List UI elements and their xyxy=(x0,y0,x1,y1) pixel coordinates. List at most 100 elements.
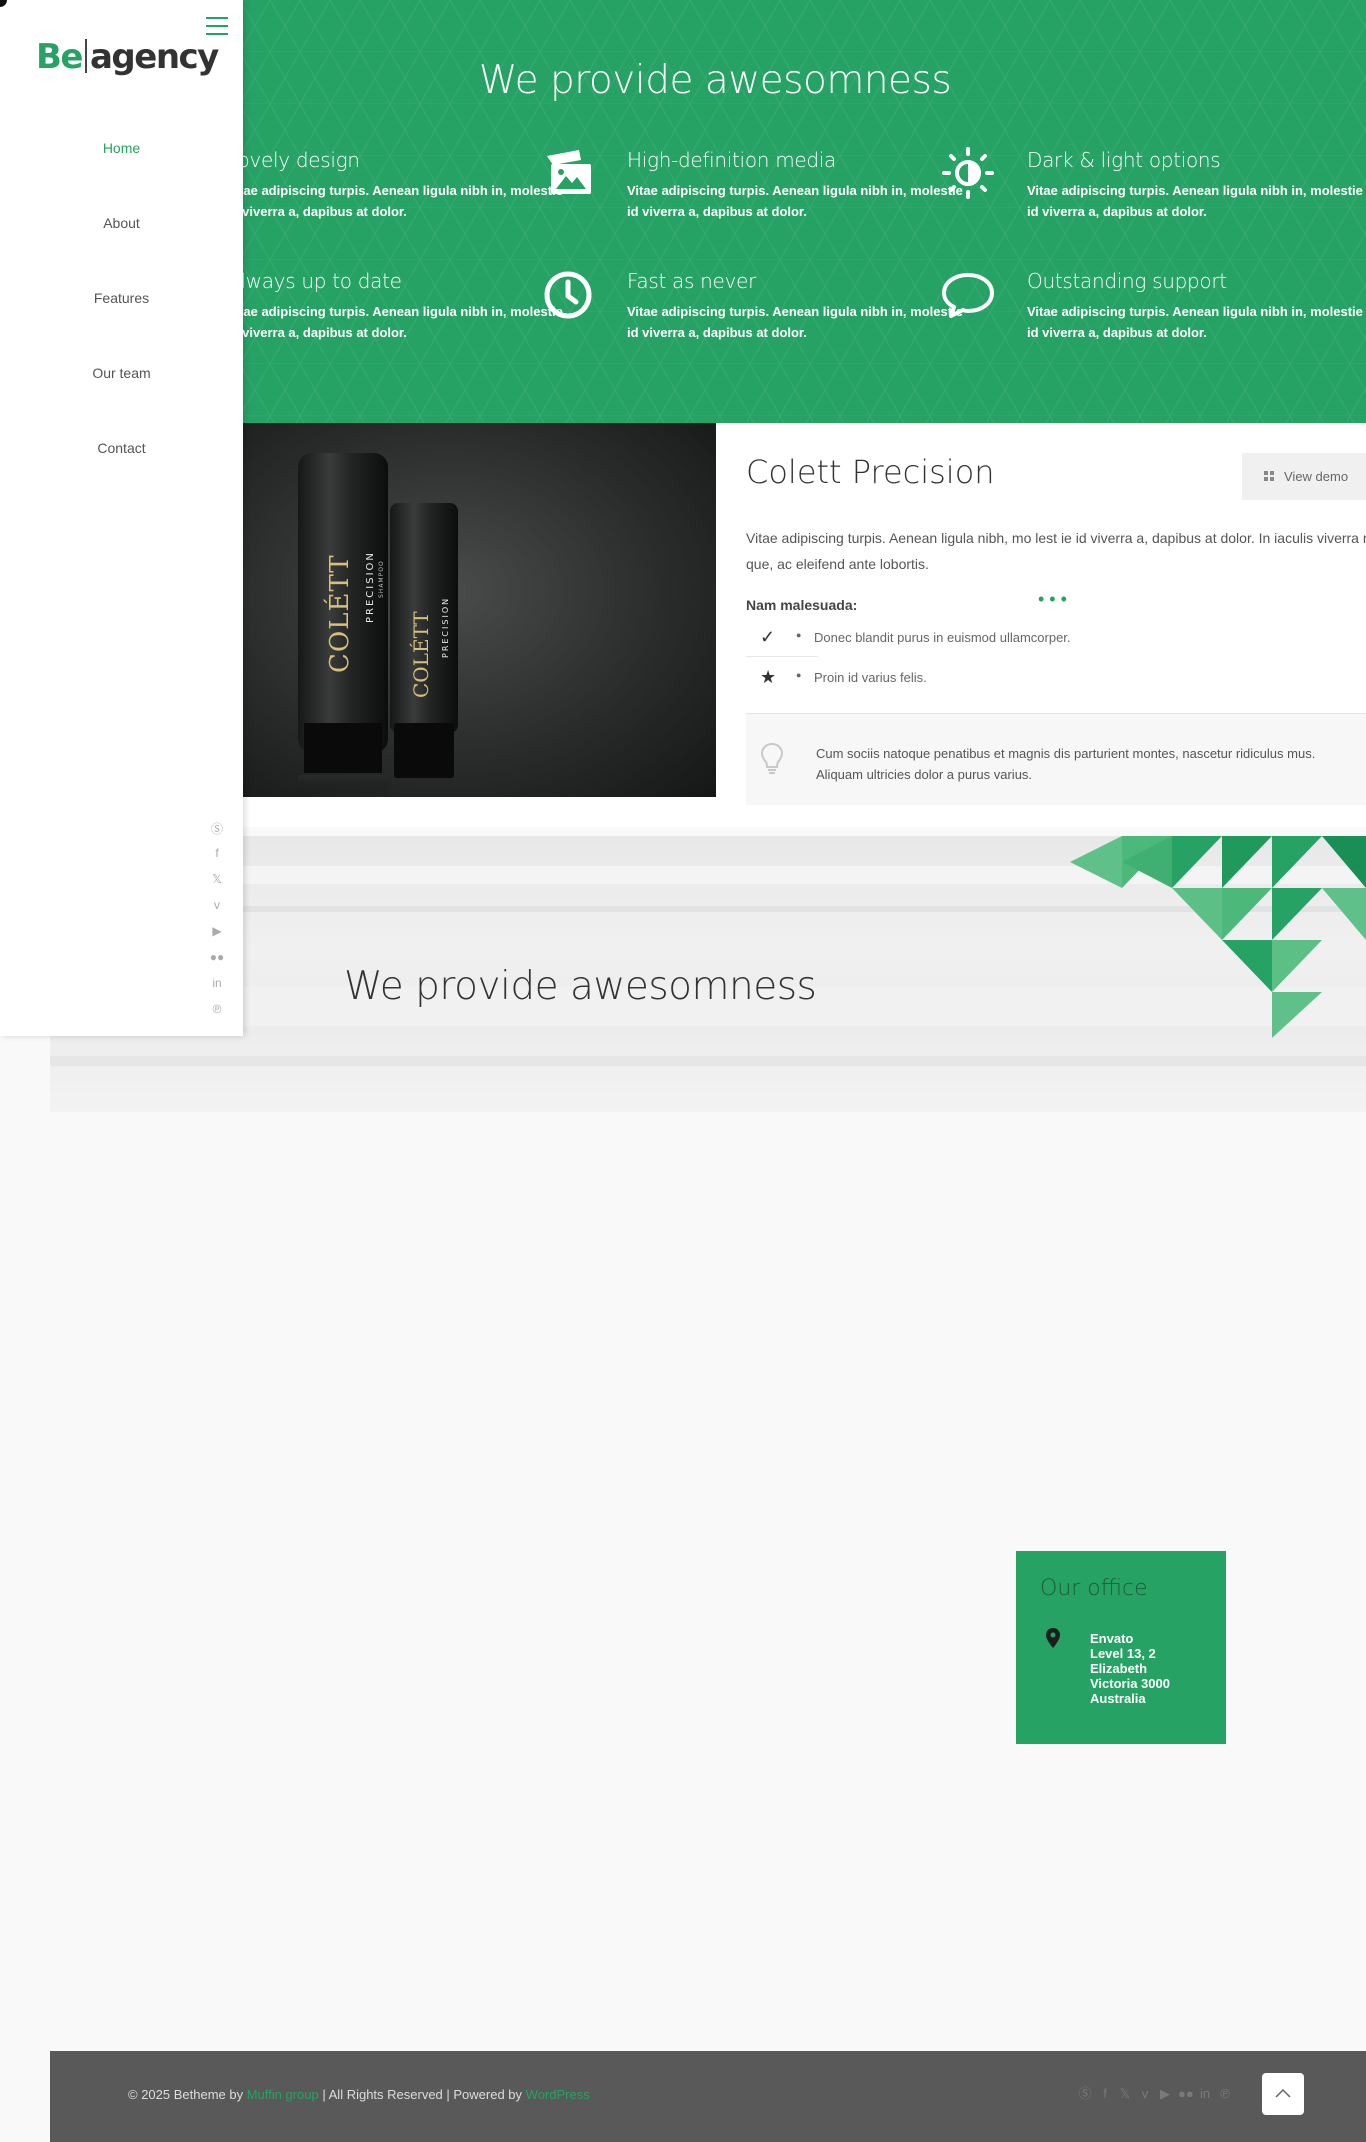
bullet: ● xyxy=(796,630,802,640)
logo-divider xyxy=(84,39,87,73)
address-line: Australia xyxy=(1090,1691,1146,1706)
check-icon: ✓ xyxy=(760,627,776,647)
address-line: Victoria 3000 xyxy=(1090,1676,1170,1691)
copyright-middle: | All Rights Reserved | Powered by xyxy=(318,2087,526,2102)
office-card: Our office Envato Level 13, 2 Elizabeth … xyxy=(1016,1551,1226,1744)
nav-item-home[interactable]: Home xyxy=(0,140,243,156)
product-bottles: COLÉTT PRECISION SHAMPOO COLÉTT PRECISIO… xyxy=(298,453,458,797)
map-pin-icon xyxy=(1046,1628,1060,1648)
feature-title: Outstanding support xyxy=(1027,269,1227,293)
vimeo-icon[interactable]: v xyxy=(208,898,226,924)
facebook-icon[interactable]: f xyxy=(208,846,226,872)
hamburger-line xyxy=(206,25,228,27)
feature-desc: Vitae adipiscing turpis. Aenean ligula n… xyxy=(627,183,963,219)
muffin-group-link[interactable]: Muffin group xyxy=(247,2087,319,2102)
menu-corner xyxy=(0,0,7,7)
linkedin-icon[interactable]: in xyxy=(1198,2084,1212,2104)
clock-icon xyxy=(544,271,592,319)
footer-social-links: Ⓢ f 𝕏 v ▶ ●● in ℗ xyxy=(1078,2084,1232,2104)
view-demo-label: View demo xyxy=(1284,469,1349,484)
address-line: Envato xyxy=(1090,1631,1134,1646)
nav-item-features[interactable]: Features xyxy=(0,290,243,306)
footer: © 2025 Betheme by Muffin group | All Rig… xyxy=(50,2051,1366,2142)
feature-title: Lovely design xyxy=(227,148,360,172)
pinterest-icon[interactable]: ℗ xyxy=(1218,2084,1232,2104)
list-heading: Nam malesuada: xyxy=(746,597,858,613)
pinterest-icon[interactable]: ℗ xyxy=(208,1002,226,1028)
side-social-links: Ⓢ f 𝕏 v ▶ ●● in ℗ xyxy=(208,820,226,1028)
feature-up-to-date: Always up to date Vitae adipiscing turpi… xyxy=(227,269,587,343)
info-box: Cum sociis natoque penatibus et magnis d… xyxy=(746,713,1366,805)
list-item-text: Proin id varius felis. xyxy=(814,670,927,685)
list-item: ★ ● Proin id varius felis. xyxy=(746,659,927,697)
youtube-icon[interactable]: ▶ xyxy=(1158,2084,1172,2104)
nav-item-contact[interactable]: Contact xyxy=(0,440,243,456)
office-address: Envato Level 13, 2 Elizabeth Victoria 30… xyxy=(1090,1631,1170,1706)
product-description: Vitae adipiscing turpis. Aenean ligula n… xyxy=(746,530,1366,572)
star-icon: ★ xyxy=(760,667,777,687)
speech-bubble-icon xyxy=(942,273,994,318)
youtube-icon[interactable]: ▶ xyxy=(208,924,226,950)
product-title: Colett Precision xyxy=(746,453,995,491)
copyright-prefix: © 2025 Betheme by xyxy=(128,2087,247,2102)
logo[interactable]: Be agency xyxy=(36,37,219,77)
office-title: Our office xyxy=(1040,1576,1148,1601)
skype-icon[interactable]: Ⓢ xyxy=(1078,2084,1092,2104)
feature-support: Outstanding support Vitae adipiscing tur… xyxy=(942,269,1366,343)
back-to-top-button[interactable] xyxy=(1262,2073,1304,2115)
feature-desc: Vitae adipiscing turpis. Aenean ligula n… xyxy=(227,183,563,219)
feature-desc: Vitae adipiscing turpis. Aenean ligula n… xyxy=(227,304,563,340)
hamburger-line xyxy=(206,33,228,35)
bottle-line-label: PRECISION xyxy=(365,551,376,623)
parallax-section: We provide awesomness xyxy=(50,836,1366,1112)
x-icon[interactable]: 𝕏 xyxy=(208,872,226,898)
copyright: © 2025 Betheme by Muffin group | All Rig… xyxy=(128,2087,590,2102)
bullet: ● xyxy=(796,670,802,680)
tube-brand-label: COLÉTT xyxy=(409,611,433,698)
x-icon[interactable]: 𝕏 xyxy=(1118,2084,1132,2104)
feature-desc: Vitae adipiscing turpis. Aenean ligula n… xyxy=(1027,183,1363,219)
logo-be: Be xyxy=(36,37,83,77)
feature-title: Dark & light options xyxy=(1027,148,1221,172)
feature-lovely-design: Lovely design Vitae adipiscing turpis. A… xyxy=(227,148,587,222)
feature-fast: Fast as never Vitae adipiscing turpis. A… xyxy=(544,269,987,343)
picture-icon xyxy=(547,150,591,194)
feature-title: High-definition media xyxy=(627,148,836,172)
address-line: Level 13, 2 xyxy=(1090,1646,1156,1661)
menu-toggle-button[interactable] xyxy=(206,17,228,35)
tube-line-label: PRECISION xyxy=(441,597,450,658)
skype-icon[interactable]: Ⓢ xyxy=(208,820,226,846)
wordpress-link[interactable]: WordPress xyxy=(526,2087,590,2102)
flickr-icon[interactable]: ●● xyxy=(1178,2084,1194,2104)
feature-hd-media: High-definition media Vitae adipiscing t… xyxy=(547,148,987,222)
address-line: Elizabeth xyxy=(1090,1661,1148,1676)
list-item-text: Donec blandit purus in euismod ullamcorp… xyxy=(814,630,1071,645)
vimeo-icon[interactable]: v xyxy=(1138,2084,1152,2104)
triangle-art xyxy=(1070,836,1366,1038)
bottle-type-label: SHAMPOO xyxy=(378,560,385,598)
parallax-heading: We provide awesomness xyxy=(344,964,817,1009)
feature-desc: Vitae adipiscing turpis. Aenean ligula n… xyxy=(627,304,963,340)
product-image[interactable]: COLÉTT PRECISION SHAMPOO COLÉTT PRECISIO… xyxy=(180,423,716,797)
list-item: ✓ ● Donec blandit purus in euismod ullam… xyxy=(746,619,1071,657)
bottle-brand-label: COLÉTT xyxy=(323,554,355,673)
feature-title: Fast as never xyxy=(627,269,757,293)
linkedin-icon[interactable]: in xyxy=(208,976,226,1002)
logo-agency: agency xyxy=(89,37,219,77)
flickr-icon[interactable]: ●● xyxy=(208,950,226,976)
nav-item-about[interactable]: About xyxy=(0,215,243,231)
view-demo-button[interactable]: View demo xyxy=(1242,453,1366,500)
lightbulb-icon xyxy=(760,742,784,774)
contrast-icon xyxy=(942,147,994,199)
feature-desc: Vitae adipiscing turpis. Aenean ligula n… xyxy=(1027,304,1363,340)
feature-dark-light: Dark & light options Vitae adipiscing tu… xyxy=(942,147,1366,222)
facebook-icon[interactable]: f xyxy=(1098,2084,1112,2104)
hamburger-line xyxy=(206,17,228,19)
side-menu: Be agency Home About Features Our team Co… xyxy=(0,0,243,1036)
grid-icon xyxy=(1264,471,1274,481)
feature-title: Always up to date xyxy=(227,269,402,293)
loading-dots: ••• xyxy=(1038,589,1072,609)
chevron-up-icon xyxy=(1275,2088,1291,2098)
info-box-text: Cum sociis natoque penatibus et magnis d… xyxy=(816,746,1316,782)
nav-item-our-team[interactable]: Our team xyxy=(0,365,243,381)
